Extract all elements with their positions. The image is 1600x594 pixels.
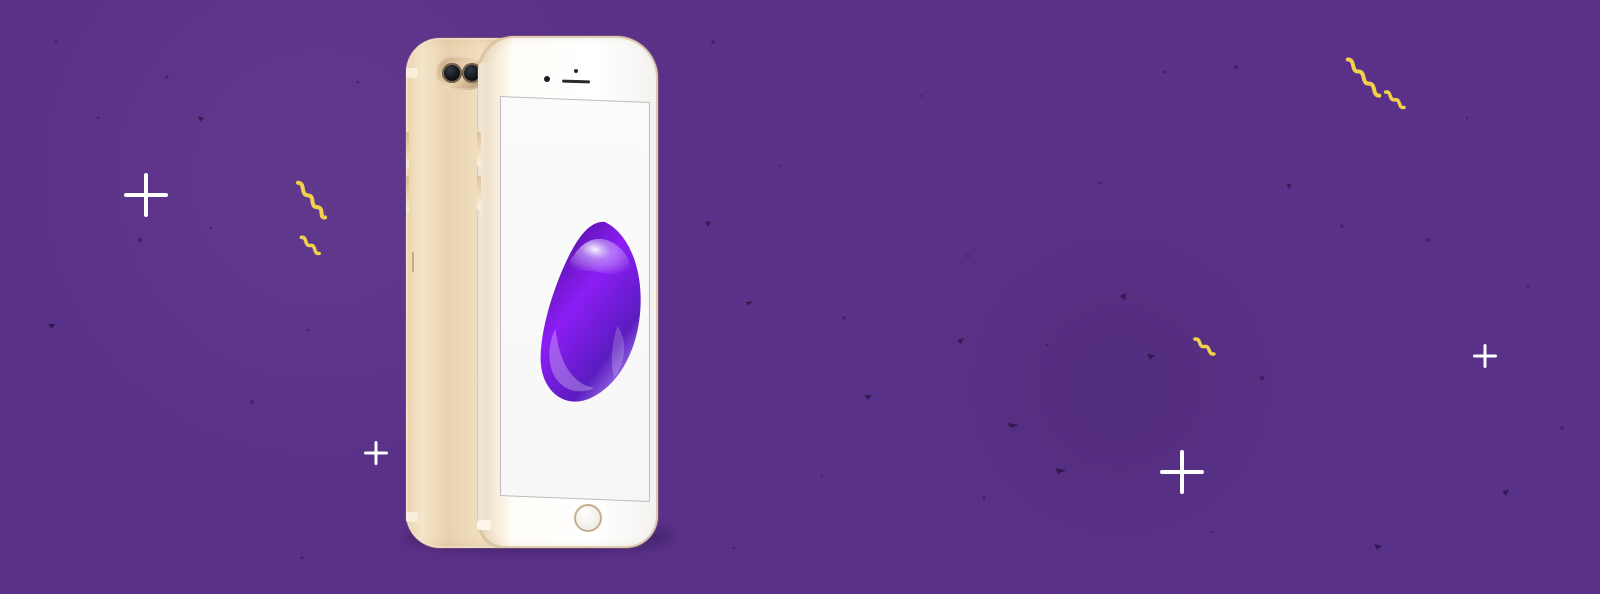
- side-button: [406, 176, 409, 212]
- squiggle-icon: [299, 235, 321, 256]
- side-button: [477, 176, 481, 210]
- plus-icon: [1160, 450, 1204, 494]
- front-camera-icon: [544, 76, 550, 82]
- phone-screen: [500, 96, 650, 503]
- side-button: [412, 252, 414, 272]
- plus-icon: [364, 441, 388, 465]
- side-button: [477, 132, 481, 166]
- speaker-icon: [561, 79, 591, 84]
- sensor-icon: [574, 69, 578, 73]
- phone-front: [477, 36, 658, 548]
- antenna-band: [477, 520, 491, 530]
- squiggle-icon: [1345, 57, 1382, 98]
- home-button: [574, 504, 602, 532]
- water-droplet-graphic: [540, 221, 641, 402]
- side-button: [406, 132, 409, 168]
- plus-icon: [124, 173, 168, 217]
- squiggle-icon: [296, 180, 328, 220]
- product-banner: [0, 0, 1600, 594]
- squiggle-icon: [1193, 337, 1216, 356]
- smartphone-render: [392, 28, 692, 568]
- squiggle-icon: [1383, 90, 1406, 110]
- plus-icon: [1473, 344, 1497, 368]
